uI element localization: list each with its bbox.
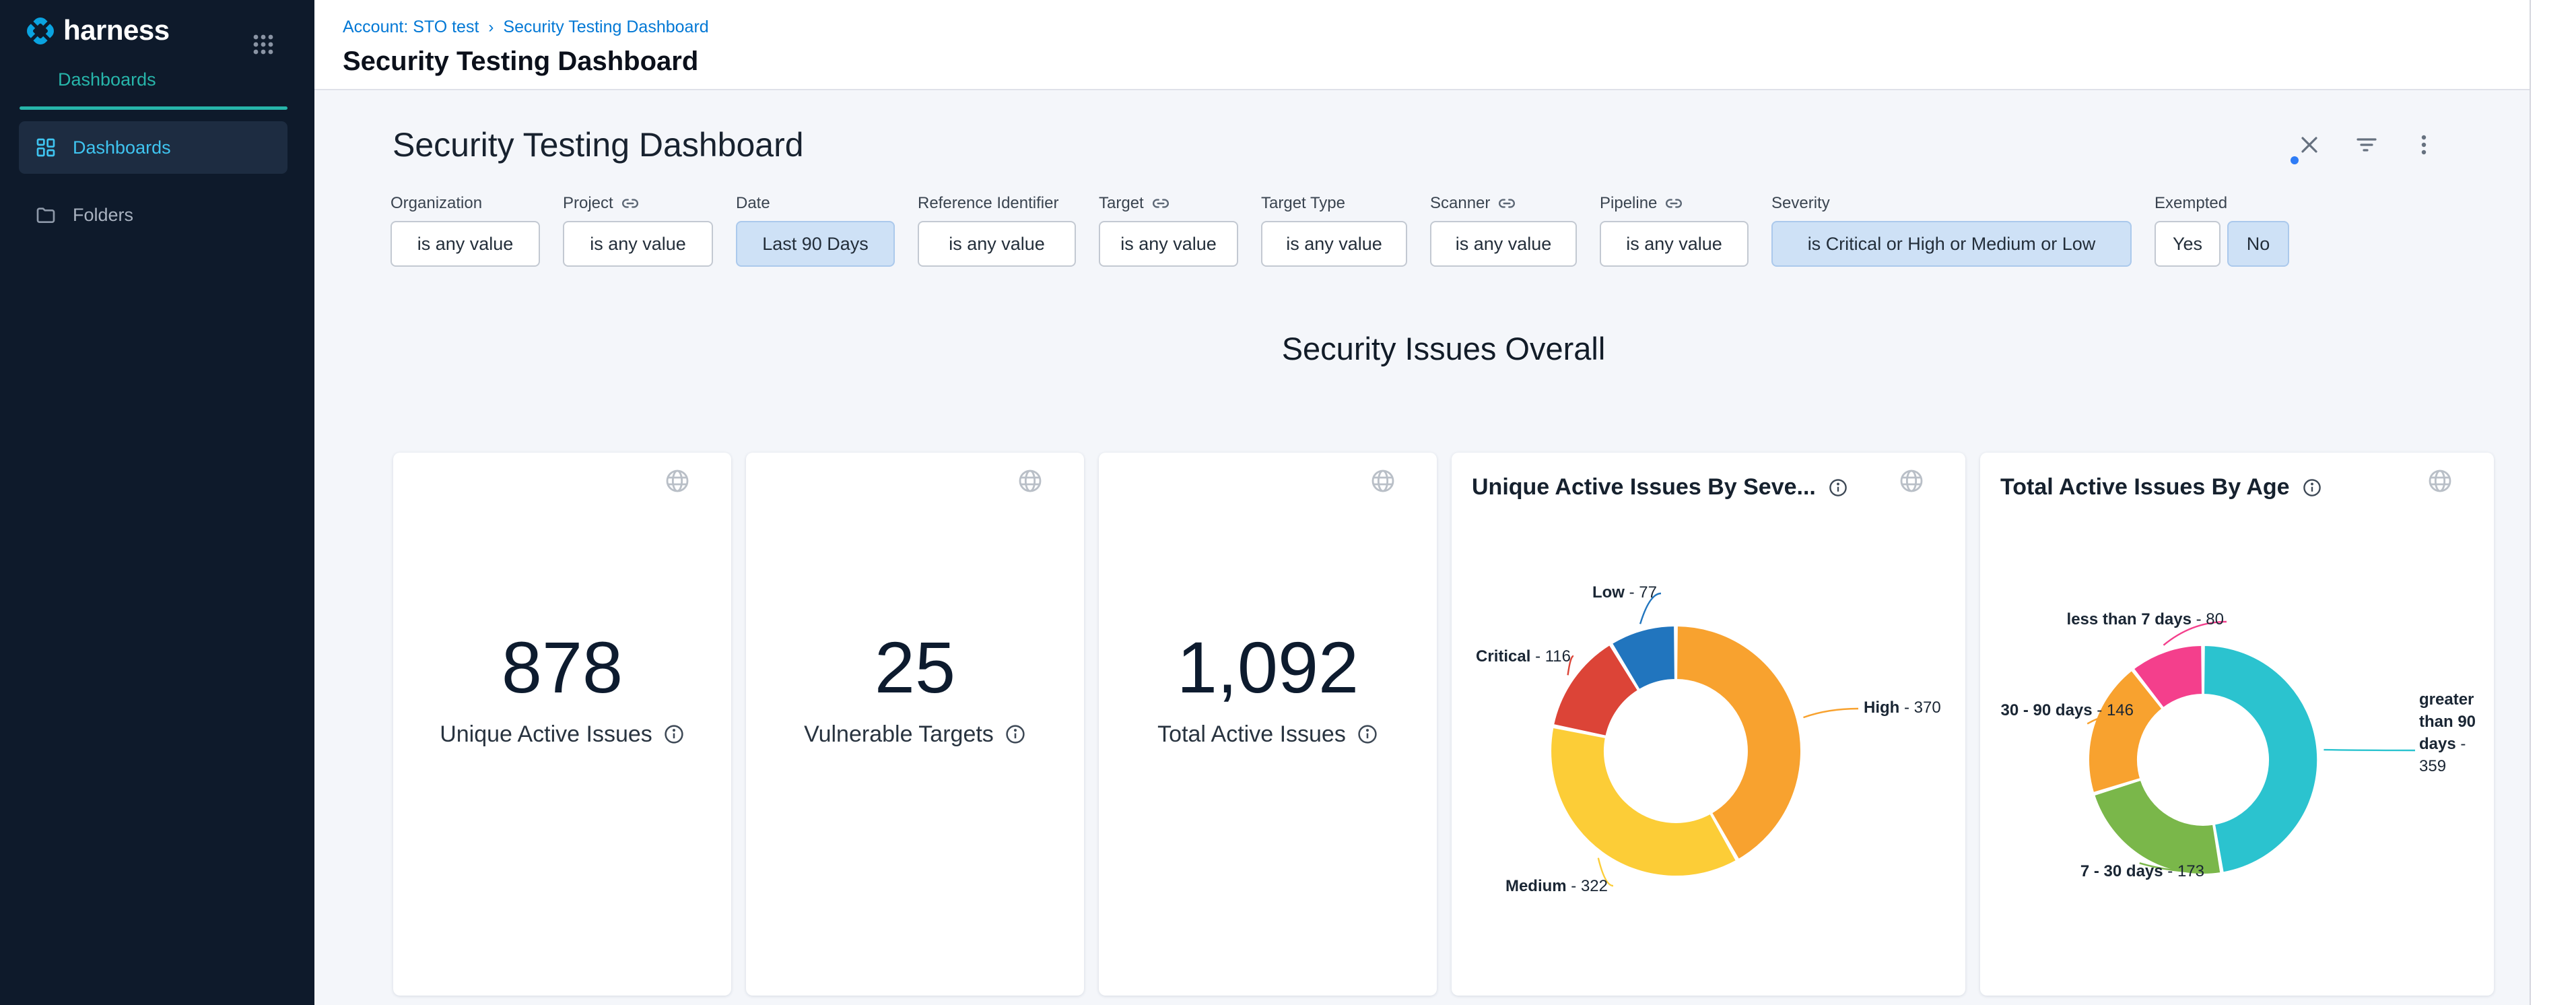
breadcrumb-page-link[interactable]: Security Testing Dashboard bbox=[503, 18, 708, 37]
close-icon[interactable] bbox=[2297, 133, 2321, 157]
filter-value-project[interactable]: is any value bbox=[563, 221, 713, 267]
donut-slice-medium[interactable] bbox=[1551, 727, 1736, 876]
info-icon[interactable] bbox=[1005, 723, 1026, 745]
stat-label: Unique Active Issues bbox=[440, 721, 652, 748]
filter-value-reference-identifier[interactable]: is any value bbox=[918, 221, 1076, 267]
sidebar: harness Dashboards bbox=[0, 0, 314, 1005]
filter-label: Organization bbox=[391, 194, 482, 213]
stat-value: 1,092 bbox=[1099, 628, 1437, 708]
donut-chart-age bbox=[1980, 453, 2494, 996]
page-title: Security Testing Dashboard bbox=[343, 46, 2530, 77]
link-icon bbox=[1152, 195, 1170, 212]
filter-icon[interactable] bbox=[2354, 133, 2379, 157]
dashboard-panel: Security Testing Dashboard Or bbox=[314, 90, 2530, 1005]
sidebar-item-label: Dashboards bbox=[73, 137, 171, 158]
filter-organization: Organization is any value bbox=[391, 193, 540, 267]
filter-label: Pipeline bbox=[1600, 194, 1657, 213]
top-bar: Account: STO test › Security Testing Das… bbox=[314, 0, 2530, 90]
breadcrumb: Account: STO test › Security Testing Das… bbox=[343, 18, 2530, 37]
filter-value-organization[interactable]: is any value bbox=[391, 221, 540, 267]
filter-value-severity[interactable]: is Critical or High or Medium or Low bbox=[1771, 221, 2132, 267]
section-title: Security Issues Overall bbox=[393, 330, 2494, 367]
breadcrumb-account-link[interactable]: Account: STO test bbox=[343, 18, 479, 37]
more-options-icon[interactable] bbox=[2412, 133, 2436, 157]
chart-card-issues-by-age: Total Active Issues By Age greater than … bbox=[1980, 453, 2494, 996]
sidebar-nav: Dashboards Folders bbox=[0, 121, 314, 241]
donut-chart-severity bbox=[1452, 453, 1965, 996]
stat-value: 878 bbox=[393, 628, 731, 708]
filter-reference-identifier: Reference Identifier is any value bbox=[918, 193, 1076, 267]
exempted-yes-button[interactable]: Yes bbox=[2155, 221, 2221, 267]
stat-card-total-active-issues: 1,092 Total Active Issues bbox=[1099, 453, 1437, 996]
slice-leader-line bbox=[1598, 858, 1613, 886]
info-icon[interactable] bbox=[663, 723, 685, 745]
filter-bar: Organization is any value Project is any… bbox=[391, 193, 2289, 267]
filter-project: Project is any value bbox=[563, 193, 713, 267]
filter-value-date[interactable]: Last 90 Days bbox=[736, 221, 895, 267]
filter-value-pipeline[interactable]: is any value bbox=[1600, 221, 1749, 267]
product-name: Dashboards bbox=[58, 69, 314, 90]
app-launcher-icon[interactable] bbox=[251, 32, 275, 60]
stat-label: Vulnerable Targets bbox=[804, 721, 994, 748]
filter-label: Exempted bbox=[2155, 194, 2227, 213]
filter-label: Project bbox=[563, 194, 613, 213]
filter-label: Target Type bbox=[1261, 194, 1345, 213]
sidebar-accent-divider bbox=[20, 106, 287, 110]
filter-label: Date bbox=[736, 194, 770, 213]
breadcrumb-separator: › bbox=[488, 18, 494, 37]
folder-icon bbox=[35, 204, 57, 226]
harness-logo-icon[interactable] bbox=[24, 15, 57, 47]
dashboards-icon bbox=[35, 137, 57, 158]
filter-value-target-type[interactable]: is any value bbox=[1261, 221, 1407, 267]
dashboard-title: Security Testing Dashboard bbox=[393, 125, 804, 164]
exempted-no-button[interactable]: No bbox=[2227, 221, 2289, 267]
filter-label: Scanner bbox=[1430, 194, 1490, 213]
stat-label: Total Active Issues bbox=[1157, 721, 1346, 748]
filter-value-target[interactable]: is any value bbox=[1099, 221, 1238, 267]
sidebar-item-label: Folders bbox=[73, 205, 133, 226]
donut-slice-greater-than-90-days[interactable] bbox=[2204, 645, 2317, 872]
stat-card-vulnerable-targets: 25 Vulnerable Targets bbox=[746, 453, 1084, 996]
slice-leader-line bbox=[1640, 593, 1661, 624]
sidebar-item-folders[interactable]: Folders bbox=[19, 189, 287, 241]
cursor-dot bbox=[2291, 156, 2299, 164]
stat-card-unique-active-issues: 878 Unique Active Issues bbox=[393, 453, 731, 996]
filter-date: Date Last 90 Days bbox=[736, 193, 895, 267]
filter-label: Severity bbox=[1771, 194, 1830, 213]
scrollbar-track[interactable] bbox=[2530, 0, 2576, 1005]
app-root: harness Dashboards bbox=[0, 0, 2576, 1005]
slice-leader-line bbox=[2163, 622, 2227, 645]
filter-target: Target is any value bbox=[1099, 193, 1238, 267]
info-icon[interactable] bbox=[1357, 723, 1378, 745]
slice-leader-line bbox=[1568, 656, 1573, 675]
stat-value: 25 bbox=[746, 628, 1084, 708]
globe-icon bbox=[664, 467, 691, 494]
brand-name: harness bbox=[63, 15, 170, 46]
filter-label: Reference Identifier bbox=[918, 194, 1058, 213]
link-icon bbox=[621, 195, 639, 212]
chart-card-issues-by-severity: Unique Active Issues By Seve... High - 3… bbox=[1452, 453, 1965, 996]
globe-icon bbox=[1017, 467, 1044, 494]
filter-label: Target bbox=[1099, 194, 1144, 213]
filter-pipeline: Pipeline is any value bbox=[1600, 193, 1749, 267]
link-icon bbox=[1498, 195, 1516, 212]
link-icon bbox=[1665, 195, 1683, 212]
filter-value-scanner[interactable]: is any value bbox=[1430, 221, 1577, 267]
donut-slice-7-30-days[interactable] bbox=[2094, 780, 2221, 874]
globe-icon bbox=[1369, 467, 1396, 494]
filter-scanner: Scanner is any value bbox=[1430, 193, 1577, 267]
sidebar-item-dashboards[interactable]: Dashboards bbox=[19, 121, 287, 174]
dashboard-actions bbox=[2297, 133, 2436, 157]
slice-leader-line bbox=[1804, 709, 1859, 717]
cards-row: 878 Unique Active Issues 25 Vulnerable T… bbox=[393, 453, 2494, 996]
filter-exempted: Exempted Yes No bbox=[2155, 193, 2289, 267]
filter-severity: Severity is Critical or High or Medium o… bbox=[1771, 193, 2132, 267]
filter-target-type: Target Type is any value bbox=[1261, 193, 1407, 267]
